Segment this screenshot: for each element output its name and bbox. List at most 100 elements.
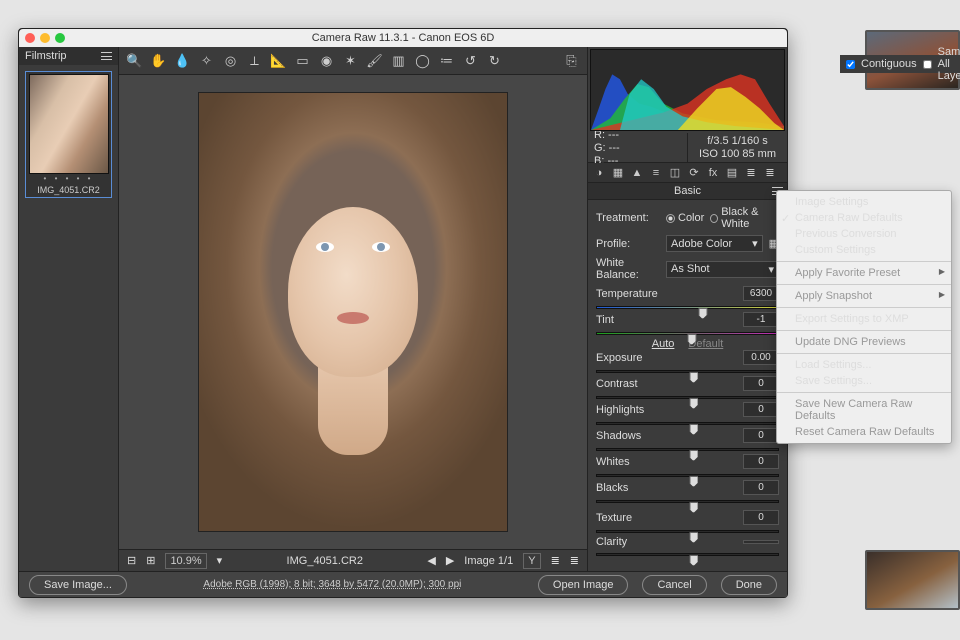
photo (198, 92, 508, 532)
menu-item[interactable]: Image Settings (777, 194, 951, 210)
menu-separator (777, 392, 951, 393)
maximize-icon[interactable] (55, 33, 65, 43)
tab-detail-icon[interactable]: ▲ (630, 166, 644, 180)
whites-value[interactable]: 0 (743, 454, 779, 469)
tab-fx-icon[interactable]: fx (706, 166, 720, 180)
thumb-filename: IMG_4051.CR2 (37, 185, 100, 195)
cancel-button[interactable]: Cancel (642, 575, 706, 595)
menu-item: Apply Favorite Preset (777, 265, 951, 281)
graduated-filter-icon[interactable]: ▥ (391, 53, 406, 68)
tab-snapshots-icon[interactable]: ≣ (763, 166, 777, 180)
shadows-value[interactable]: 0 (743, 428, 779, 443)
highlights-value[interactable]: 0 (743, 402, 779, 417)
menu-item[interactable]: Previous Conversion (777, 226, 951, 242)
tint-slider[interactable] (596, 328, 779, 338)
tab-calib-icon[interactable]: ▤ (725, 166, 739, 180)
menu-item[interactable]: Camera Raw Defaults (777, 210, 951, 226)
highlights-slider[interactable] (596, 418, 779, 428)
shadows-slider[interactable] (596, 444, 779, 454)
presets-icon[interactable]: ⎘ (564, 53, 579, 68)
spot-removal-icon[interactable]: ◉ (319, 53, 334, 68)
contrast-value[interactable]: 0 (743, 376, 779, 391)
filmstrip-menu-icon[interactable] (101, 52, 112, 60)
sb-menu-1-icon[interactable]: ≣ (551, 554, 560, 567)
histogram[interactable] (590, 49, 785, 131)
tab-curve-icon[interactable]: ▦ (611, 166, 625, 180)
toolstrip: 🔍 ✋ 💧 ✧ ◎ ⟂ 📐 ▭ ◉ ✶ 🖌 ▥ ◯ ≔ ↺ ↻ ⎘ (119, 47, 587, 75)
rotate-cw-icon[interactable]: ↻ (487, 53, 502, 68)
sb-menu-2-icon[interactable]: ≣ (570, 554, 579, 567)
exposure-value[interactable]: 0.00 (743, 350, 779, 365)
texture-value[interactable]: 0 (743, 510, 779, 525)
wb-eyedropper-icon[interactable]: 💧 (175, 53, 190, 68)
straighten-tool-icon[interactable]: 📐 (271, 53, 286, 68)
tab-split-icon[interactable]: ◫ (668, 166, 682, 180)
before-after-icon[interactable]: Y (523, 553, 540, 569)
contrast-slider[interactable] (596, 392, 779, 402)
redeye-tool-icon[interactable]: ✶ (343, 53, 358, 68)
texture-slider[interactable] (596, 526, 779, 536)
titlebar: Camera Raw 11.3.1 - Canon EOS 6D (19, 29, 787, 47)
tab-hsl-icon[interactable]: ≡ (649, 166, 663, 180)
auto-link[interactable]: Auto (652, 338, 675, 350)
whites-slider[interactable] (596, 470, 779, 480)
contiguous-label: Contiguous (861, 58, 917, 70)
radial-filter-icon[interactable]: ◯ (415, 53, 430, 68)
rotate-ccw-icon[interactable]: ↺ (463, 53, 478, 68)
exif-readout: R: --- G: --- B: --- f/3.5 1/160 s ISO 1… (588, 133, 787, 163)
profile-select[interactable]: Adobe Color▾ (666, 235, 763, 252)
blacks-value[interactable]: 0 (743, 480, 779, 495)
temperature-slider[interactable] (596, 302, 779, 312)
treatment-color-radio[interactable]: Color (666, 212, 704, 224)
save-image-button[interactable]: Save Image... (29, 575, 127, 595)
zoom-value[interactable]: 10.9% (165, 553, 206, 569)
hand-tool-icon[interactable]: ✋ (151, 53, 166, 68)
tab-basic-icon[interactable]: ◑ (592, 166, 606, 180)
clarity-slider[interactable] (596, 549, 779, 559)
fit-icon[interactable]: ⊟ (127, 554, 136, 567)
zoom-drop-icon[interactable]: ▾ (217, 554, 223, 567)
menu-item[interactable]: Custom Settings (777, 242, 951, 258)
sample-all-check[interactable] (923, 60, 932, 69)
zoom-tool-icon[interactable]: 🔍 (127, 53, 142, 68)
blacks-slider[interactable] (596, 496, 779, 506)
settings-flyout-menu: Image SettingsCamera Raw DefaultsPreviou… (776, 190, 952, 444)
right-panel: R: --- G: --- B: --- f/3.5 1/160 s ISO 1… (587, 47, 787, 571)
treatment-label: Treatment: (596, 212, 660, 224)
temperature-value[interactable]: 6300 (743, 286, 779, 301)
tab-presets-icon[interactable]: ≣ (744, 166, 758, 180)
target-adjust-icon[interactable]: ◎ (223, 53, 238, 68)
treatment-bw-radio[interactable]: Black & White (710, 206, 779, 230)
grid-icon[interactable]: ⊞ (146, 554, 155, 567)
menu-separator (777, 353, 951, 354)
workflow-options[interactable]: Adobe RGB (1998); 8 bit; 3648 by 5472 (2… (203, 579, 461, 590)
thumb-rating: • • • • • (44, 174, 94, 183)
menu-item[interactable]: Load Settings... (777, 357, 951, 373)
exposure-slider[interactable] (596, 366, 779, 376)
adjustment-brush-icon[interactable]: 🖌 (367, 53, 382, 68)
contiguous-check[interactable] (846, 60, 855, 69)
menu-item[interactable]: Save Settings... (777, 373, 951, 389)
color-sampler-icon[interactable]: ✧ (199, 53, 214, 68)
chevron-down-icon: ▾ (752, 237, 758, 250)
crop-tool-icon[interactable]: ⟂ (247, 53, 262, 68)
open-image-button[interactable]: Open Image (538, 575, 629, 595)
close-icon[interactable] (25, 33, 35, 43)
wb-select[interactable]: As Shot▾ (666, 261, 779, 278)
next-image-icon[interactable]: ▶ (446, 554, 454, 567)
done-button[interactable]: Done (721, 575, 777, 595)
transform-tool-icon[interactable]: ▭ (295, 53, 310, 68)
menu-item: Save New Camera Raw Defaults (777, 396, 951, 424)
tab-lens-icon[interactable]: ⟳ (687, 166, 701, 180)
menu-item[interactable]: Export Settings to XMP (777, 311, 951, 327)
preferences-icon[interactable]: ≔ (439, 53, 454, 68)
chevron-down-icon: ▾ (768, 263, 774, 276)
exposure-label: Exposure (596, 352, 660, 364)
clarity-value[interactable] (743, 540, 779, 544)
footer: Save Image... Adobe RGB (1998); 8 bit; 3… (19, 571, 787, 597)
filmstrip-thumb[interactable]: • • • • • IMG_4051.CR2 (25, 71, 112, 198)
image-preview[interactable] (119, 75, 587, 549)
minimize-icon[interactable] (40, 33, 50, 43)
prev-image-icon[interactable]: ◀ (427, 554, 435, 567)
tint-value[interactable]: -1 (743, 312, 779, 327)
